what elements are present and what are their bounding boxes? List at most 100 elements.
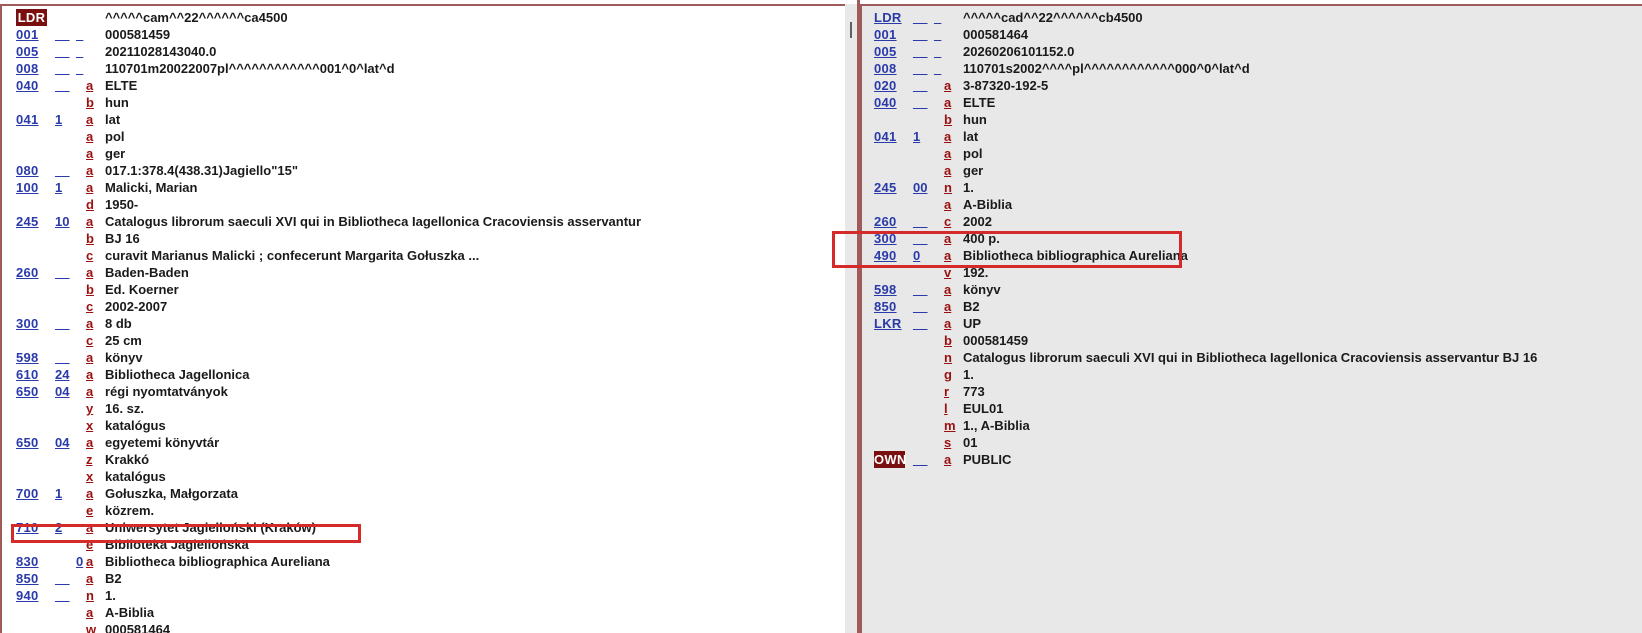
left-record-pane[interactable]: LDR ^^^^^cam^^22^^^^^^ca4500 001 __ _ 0005814…: [0, 4, 845, 633]
field-tag[interactable]: 020: [874, 77, 905, 94]
field-tag[interactable]: LDR: [874, 9, 905, 26]
field-tag[interactable]: 100: [16, 179, 47, 196]
field-tag[interactable]: 080: [16, 162, 47, 179]
left-field-row[interactable]: a ger: [2, 145, 845, 162]
field-tag[interactable]: 001: [874, 26, 905, 43]
right-field-row[interactable]: 490 0 a Bibliotheca bibliographica Aurelian…: [862, 247, 1642, 264]
right-field-row[interactable]: 260 __ c 2002: [862, 213, 1642, 230]
field-tag[interactable]: 490: [874, 247, 905, 264]
left-field-row[interactable]: 650 04 a egyetemi könyvtár: [2, 434, 845, 451]
field-tag[interactable]: 650: [16, 434, 47, 451]
field-tag[interactable]: 008: [874, 60, 905, 77]
field-tag[interactable]: OWN: [874, 451, 906, 468]
right-field-row[interactable]: s 01: [862, 434, 1642, 451]
left-field-row[interactable]: c 25 cm: [2, 332, 845, 349]
field-tag[interactable]: 300: [874, 230, 905, 247]
left-field-row[interactable]: b hun: [2, 94, 845, 111]
right-field-row[interactable]: a A-Biblia: [862, 196, 1642, 213]
right-field-row[interactable]: n Catalogus librorum saeculi XVI qui in B…: [862, 349, 1642, 366]
left-field-row[interactable]: b BJ 16: [2, 230, 845, 247]
left-field-row[interactable]: 080 __ a 017.1:378.4(438.31)Jagiello"15": [2, 162, 845, 179]
field-tag[interactable]: 940: [16, 587, 47, 604]
field-tag[interactable]: 850: [874, 298, 905, 315]
right-field-row[interactable]: 598 __ a könyv: [862, 281, 1642, 298]
left-field-row[interactable]: 245 10 a Catalogus librorum saeculi XVI qui…: [2, 213, 845, 230]
right-field-row[interactable]: OWN __ a PUBLIC: [862, 451, 1642, 468]
left-field-row[interactable]: 650 04 a régi nyomtatványok: [2, 383, 845, 400]
left-field-row[interactable]: 710 2 a Uniwersytet Jagielloński (Kraków): [2, 519, 845, 536]
left-field-row[interactable]: 001 __ _ 000581459: [2, 26, 845, 43]
left-field-row[interactable]: y 16. sz.: [2, 400, 845, 417]
left-field-row[interactable]: 005 __ _ 20211028143040.0: [2, 43, 845, 60]
field-tag[interactable]: 040: [16, 77, 47, 94]
field-tag[interactable]: 700: [16, 485, 47, 502]
field-tag[interactable]: 300: [16, 315, 47, 332]
field-tag[interactable]: 008: [16, 60, 47, 77]
field-tag[interactable]: 260: [874, 213, 905, 230]
right-field-row[interactable]: 005 __ _ 20260206101152.0: [862, 43, 1642, 60]
left-field-row[interactable]: c 2002-2007: [2, 298, 845, 315]
field-tag[interactable]: 610: [16, 366, 47, 383]
left-field-row[interactable]: 850 __ a B2: [2, 570, 845, 587]
field-tag[interactable]: 005: [874, 43, 905, 60]
left-field-row[interactable]: z Krakkó: [2, 451, 845, 468]
left-field-row[interactable]: 830 0 a Bibliotheca bibliographica Aurelian…: [2, 553, 845, 570]
field-tag[interactable]: 245: [16, 213, 47, 230]
right-field-row[interactable]: b hun: [862, 111, 1642, 128]
left-field-row[interactable]: 610 24 a Bibliotheca Jagellonica: [2, 366, 845, 383]
left-field-row[interactable]: w 000581464: [2, 621, 845, 633]
left-field-row[interactable]: a pol: [2, 128, 845, 145]
field-tag[interactable]: 598: [874, 281, 905, 298]
right-field-row[interactable]: LKR __ a UP: [862, 315, 1642, 332]
field-tag[interactable]: 260: [16, 264, 47, 281]
field-tag[interactable]: 001: [16, 26, 47, 43]
right-field-row[interactable]: l EUL01: [862, 400, 1642, 417]
left-field-row[interactable]: 940 __ n 1.: [2, 587, 845, 604]
field-tag[interactable]: 041: [874, 128, 905, 145]
left-field-row[interactable]: 300 __ a 8 db: [2, 315, 845, 332]
left-field-row[interactable]: x katalógus: [2, 417, 845, 434]
right-field-row[interactable]: m 1., A-Biblia: [862, 417, 1642, 434]
left-field-row[interactable]: 041 1 a lat: [2, 111, 845, 128]
field-tag[interactable]: 830: [16, 553, 47, 570]
left-field-row[interactable]: 700 1 a Gołuszka, Małgorzata: [2, 485, 845, 502]
field-tag[interactable]: LDR: [16, 9, 47, 26]
field-tag[interactable]: 041: [16, 111, 47, 128]
field-tag[interactable]: 040: [874, 94, 905, 111]
right-field-row[interactable]: r 773: [862, 383, 1642, 400]
left-field-row[interactable]: e Biblioteka Jagiellońska: [2, 536, 845, 553]
right-field-row[interactable]: a pol: [862, 145, 1642, 162]
right-field-row[interactable]: 300 __ a 400 p.: [862, 230, 1642, 247]
right-field-row[interactable]: b 000581459: [862, 332, 1642, 349]
left-field-row[interactable]: d 1950-: [2, 196, 845, 213]
field-tag[interactable]: 245: [874, 179, 905, 196]
left-field-row[interactable]: 040 __ a ELTE: [2, 77, 845, 94]
left-field-row[interactable]: c curavit Marianus Malicki ; confecerunt …: [2, 247, 845, 264]
field-tag[interactable]: 005: [16, 43, 47, 60]
field-tag[interactable]: LKR: [874, 315, 905, 332]
right-field-row[interactable]: 008 __ _ 110701s2002^^^^pl^^^^^^^^^^^^000^0…: [862, 60, 1642, 77]
right-field-row[interactable]: a ger: [862, 162, 1642, 179]
right-field-row[interactable]: 041 1 a lat: [862, 128, 1642, 145]
right-field-row[interactable]: 020 __ a 3-87320-192-5: [862, 77, 1642, 94]
left-field-row[interactable]: 598 __ a könyv: [2, 349, 845, 366]
field-tag[interactable]: 710: [16, 519, 47, 536]
left-field-row[interactable]: 260 __ a Baden-Baden: [2, 264, 845, 281]
left-field-row[interactable]: e közrem.: [2, 502, 845, 519]
left-field-row[interactable]: 008 __ _ 110701m20022007pl^^^^^^^^^^^^001^0…: [2, 60, 845, 77]
right-field-row[interactable]: v 192.: [862, 264, 1642, 281]
right-field-row[interactable]: LDR __ _ ^^^^^cad^^22^^^^^^cb4500: [862, 9, 1642, 26]
left-field-row[interactable]: LDR ^^^^^cam^^22^^^^^^ca4500: [2, 9, 845, 26]
right-field-row[interactable]: 040 __ a ELTE: [862, 94, 1642, 111]
right-record-pane[interactable]: LDR __ _ ^^^^^cad^^22^^^^^^cb4500 001 __ _ 0005…: [860, 4, 1642, 633]
left-field-row[interactable]: b Ed. Koerner: [2, 281, 845, 298]
right-field-row[interactable]: 850 __ a B2: [862, 298, 1642, 315]
right-field-row[interactable]: g 1.: [862, 366, 1642, 383]
right-field-row[interactable]: 245 00 n 1.: [862, 179, 1642, 196]
field-tag[interactable]: 598: [16, 349, 47, 366]
left-field-row[interactable]: x katalógus: [2, 468, 845, 485]
scrollbar-thumb[interactable]: [850, 22, 852, 38]
left-field-row[interactable]: a A-Biblia: [2, 604, 845, 621]
field-tag[interactable]: 650: [16, 383, 47, 400]
right-field-row[interactable]: 001 __ _ 000581464: [862, 26, 1642, 43]
